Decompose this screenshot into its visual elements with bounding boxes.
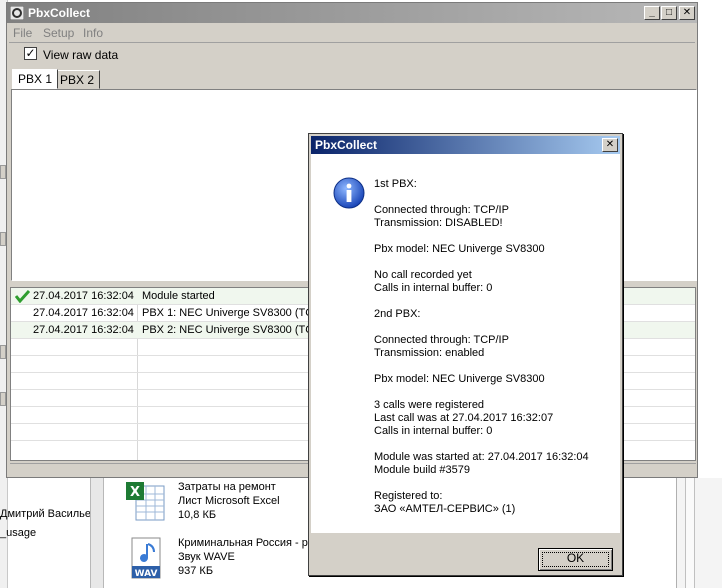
file-name: Криминальная Россия - ри	[178, 537, 315, 549]
dialog-message-line: Connected through: TCP/IP	[374, 334, 509, 346]
dialog-message-line: Module build #3579	[374, 464, 471, 476]
dialog-body: 1st PBX: Connected through: TCP/IP Transmi…	[311, 154, 620, 533]
dialog-title: PbxCollect	[315, 138, 378, 152]
info-dialog: PbxCollect ✕ 1st PBX: Connected through: …	[308, 133, 623, 576]
check-icon	[15, 289, 30, 303]
dialog-message-line	[374, 477, 589, 490]
file-name: Затраты на ремонт	[178, 481, 276, 493]
maximize-button[interactable]: □	[661, 6, 677, 20]
dialog-message-line	[374, 386, 589, 399]
background-right-panel	[676, 478, 722, 588]
view-raw-data-checkbox[interactable]: ✓	[24, 47, 37, 60]
wav-badge: WAV	[135, 569, 158, 579]
dialog-message-line	[374, 360, 589, 373]
main-titlebar[interactable]: PbxCollect _ □ ✕	[7, 3, 697, 23]
log-time: 27.04.2017 16:32:04	[33, 307, 134, 319]
dialog-message-line: 1st PBX:	[374, 178, 417, 190]
wav-file-icon: WAV	[131, 537, 161, 579]
menu-file[interactable]: File	[13, 26, 32, 40]
dialog-message-line: No call recorded yet	[374, 269, 472, 281]
dialog-message-line: Module was started at: 27.04.2017 16:32:…	[374, 451, 589, 463]
menu-bar: File Setup Info	[7, 24, 697, 42]
dialog-close-button[interactable]: ✕	[602, 138, 618, 152]
log-message: PBX 1: NEC Univerge SV8300 (TCP	[142, 307, 321, 319]
log-message: Module started	[142, 290, 215, 302]
background-contact-name: Дмитрий Васильев	[0, 508, 97, 520]
file-size: 937 КБ	[178, 565, 214, 577]
dialog-message-line	[374, 321, 589, 334]
tab-pbx-2[interactable]: PBX 2	[54, 70, 101, 89]
excel-file-icon: X	[126, 482, 165, 521]
log-time: 27.04.2017 16:32:04	[33, 324, 134, 336]
log-message: PBX 2: NEC Univerge SV8300 (TCP	[142, 324, 321, 336]
app-icon	[10, 6, 24, 20]
minimize-button[interactable]: _	[644, 6, 660, 20]
view-raw-data-label: View raw data	[43, 48, 119, 62]
tab-pbx-1[interactable]: PBX 1	[12, 69, 59, 89]
dialog-message-line: Connected through: TCP/IP	[374, 204, 509, 216]
ok-button[interactable]: OK	[538, 548, 613, 571]
dialog-message-line	[374, 230, 589, 243]
dialog-message-line	[374, 295, 589, 308]
background-folder-name: _usage	[0, 527, 37, 539]
info-icon	[333, 177, 365, 209]
menu-info[interactable]: Info	[83, 26, 103, 40]
dialog-message: 1st PBX: Connected through: TCP/IP Transmi…	[374, 178, 589, 516]
main-window-title: PbxCollect	[28, 6, 91, 20]
dialog-message-line: Last call was at 27.04.2017 16:32:07	[374, 412, 554, 424]
file-size: 10,8 КБ	[178, 509, 217, 521]
file-type: Звук WAVE	[178, 551, 235, 563]
dialog-message-line: Calls in internal buffer: 0	[374, 425, 493, 437]
dialog-message-line	[374, 438, 589, 451]
dialog-message-line: Transmission: enabled	[374, 347, 485, 359]
svg-text:X: X	[130, 485, 140, 500]
background-scrollbar[interactable]	[90, 478, 104, 588]
dialog-message-line	[374, 256, 589, 269]
dialog-message-line: 2nd PBX:	[374, 308, 421, 320]
dialog-message-line: ЗАО «АМТЕЛ-СЕРВИС» (1)	[374, 503, 516, 515]
dialog-message-line: Registered to:	[374, 490, 443, 502]
dialog-message-line: Pbx model: NEC Univerge SV8300	[374, 373, 545, 385]
dialog-message-line: Pbx model: NEC Univerge SV8300	[374, 243, 545, 255]
file-type: Лист Microsoft Excel	[178, 495, 280, 507]
dialog-message-line	[374, 191, 589, 204]
dialog-message-line: Transmission: DISABLED!	[374, 217, 503, 229]
dialog-titlebar[interactable]: PbxCollect ✕	[311, 136, 620, 154]
log-time: 27.04.2017 16:32:04	[33, 290, 134, 302]
dialog-message-line: Calls in internal buffer: 0	[374, 282, 493, 294]
menu-setup[interactable]: Setup	[43, 26, 74, 40]
close-button[interactable]: ✕	[679, 6, 695, 20]
menu-separator	[9, 42, 695, 43]
dialog-message-line: 3 calls were registered	[374, 399, 485, 411]
